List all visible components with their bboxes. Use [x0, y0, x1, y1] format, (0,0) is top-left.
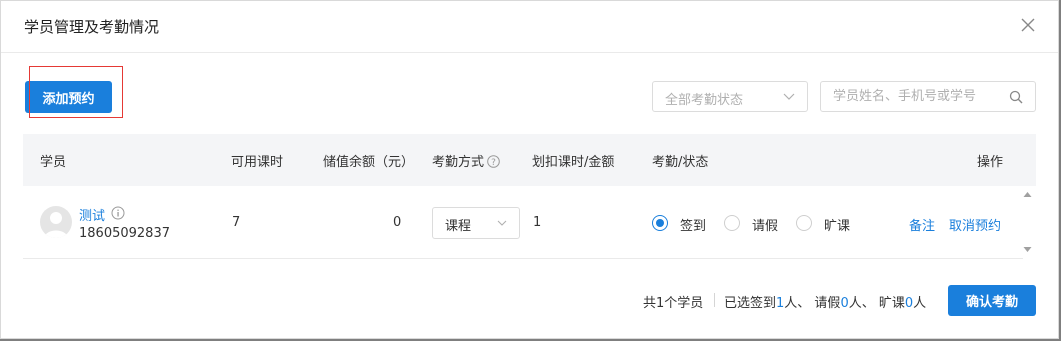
deduct-value: 1 — [533, 215, 542, 230]
close-icon[interactable] — [1018, 15, 1038, 35]
radio-label-leave[interactable]: 请假 — [752, 215, 778, 234]
available-hours-value: 7 — [232, 215, 241, 230]
total-students: 共1个学员 — [643, 296, 704, 311]
summary-sep-leave: 人、 请假 — [784, 296, 841, 311]
help-icon[interactable]: ? — [487, 155, 500, 168]
note-link[interactable]: 备注 — [909, 215, 935, 234]
student-attendance-dialog: 学员管理及考勤情况 添加预约 全部考勤状态 学员 可用课时 储值余额（元） 考勤… — [0, 0, 1059, 339]
radio-absent[interactable] — [796, 215, 812, 231]
table-row: 测试 18605092837 7 0 课程 1 签到 请假 旷课 备注 取消预约 — [23, 187, 1023, 259]
avatar — [40, 206, 72, 238]
header-available-hours: 可用课时 — [231, 155, 284, 170]
student-phone: 18605092837 — [79, 226, 170, 241]
attendance-mode-value: 课程 — [445, 219, 472, 234]
scroll-down-icon[interactable] — [1023, 246, 1032, 253]
attendance-status-select[interactable]: 全部考勤状态 — [652, 81, 808, 112]
dialog-header: 学员管理及考勤情况 — [1, 1, 1058, 53]
radio-checkin[interactable] — [652, 215, 668, 231]
header-attendance-mode-label: 考勤方式 — [432, 155, 485, 170]
radio-label-checkin[interactable]: 签到 — [680, 215, 706, 234]
attendance-summary: 已选签到1人、 请假0人、 旷课0人 — [724, 292, 926, 311]
absent-count: 0 — [904, 296, 914, 311]
student-name-link[interactable]: 测试 — [79, 205, 105, 224]
chevron-down-icon — [497, 220, 507, 226]
scroll-up-icon[interactable] — [1023, 191, 1032, 198]
radio-leave[interactable] — [724, 215, 740, 231]
footer-divider — [714, 293, 715, 307]
balance-value: 0 — [393, 215, 402, 230]
attendance-mode-select[interactable]: 课程 — [432, 207, 520, 239]
attendance-status-placeholder: 全部考勤状态 — [665, 93, 744, 108]
header-attendance-mode: 考勤方式? — [432, 151, 500, 170]
cancel-reservation-link[interactable]: 取消预约 — [949, 215, 1001, 234]
header-actions: 操作 — [977, 155, 1004, 170]
search-icon[interactable] — [1009, 90, 1023, 104]
info-icon[interactable] — [111, 206, 125, 220]
svg-text:?: ? — [491, 158, 496, 168]
header-attendance-status: 考勤/状态 — [652, 155, 709, 170]
summary-prefix: 已选签到 — [724, 296, 777, 311]
search-input[interactable] — [821, 82, 1001, 111]
dialog-title: 学员管理及考勤情况 — [24, 18, 160, 36]
dialog-footer: 共1个学员 已选签到1人、 请假0人、 旷课0人 — [1, 285, 1058, 315]
header-balance: 储值余额（元） — [323, 155, 415, 170]
header-student: 学员 — [40, 155, 67, 170]
header-deduct: 划扣课时/金额 — [532, 155, 615, 170]
student-search — [820, 81, 1036, 112]
summary-suffix: 人 — [913, 296, 927, 311]
radio-label-absent[interactable]: 旷课 — [824, 215, 850, 234]
leave-count: 0 — [840, 296, 849, 311]
summary-sep-absent: 人、 旷课 — [848, 296, 905, 311]
confirm-attendance-button[interactable]: 确认考勤 — [948, 285, 1036, 316]
table-header: 学员 可用课时 储值余额（元） 考勤方式? 划扣课时/金额 考勤/状态 操作 — [23, 134, 1036, 186]
chevron-down-icon — [783, 93, 795, 100]
add-reservation-button[interactable]: 添加预约 — [25, 81, 112, 113]
